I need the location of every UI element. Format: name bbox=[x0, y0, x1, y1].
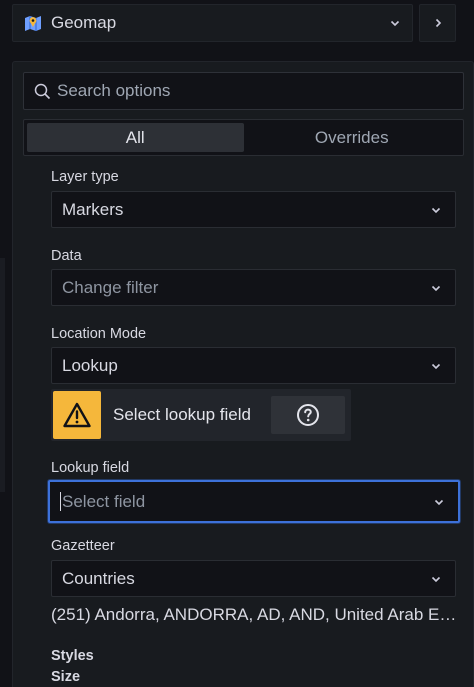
layer-type-label: Layer type bbox=[51, 169, 119, 185]
left-panel-edge bbox=[0, 258, 5, 492]
collapse-options-button[interactable] bbox=[419, 4, 456, 42]
options-tabs: All Overrides bbox=[23, 119, 464, 156]
data-label: Data bbox=[51, 248, 82, 264]
options-pane: All Overrides Layer type Markers Data Ch… bbox=[12, 61, 474, 687]
chevron-down-icon bbox=[429, 359, 443, 373]
lookup-field-placeholder: Select field bbox=[62, 491, 146, 511]
gazetteer-select[interactable]: Countries bbox=[51, 560, 456, 597]
search-box[interactable] bbox=[23, 72, 464, 110]
chevron-down-icon bbox=[429, 203, 443, 217]
data-filter-value: Change filter bbox=[62, 277, 159, 297]
data-filter-select[interactable]: Change filter bbox=[51, 269, 456, 306]
gazetteer-description: (251) Andorra, ANDORRA, AD, AND, United … bbox=[51, 605, 457, 624]
text-cursor bbox=[60, 492, 61, 511]
lookup-field-select[interactable]: Select field bbox=[48, 480, 460, 523]
location-mode-label: Location Mode bbox=[51, 326, 147, 342]
layer-type-select[interactable]: Markers bbox=[51, 191, 456, 228]
size-heading: Size bbox=[51, 669, 81, 685]
search-icon bbox=[34, 83, 51, 99]
lookup-warning-alert: Select lookup field bbox=[51, 389, 351, 441]
location-mode-value: Lookup bbox=[62, 355, 118, 375]
panel-editor-options: Geomap All Overrides Layer type Markers bbox=[0, 0, 474, 687]
layer-type-value: Markers bbox=[62, 199, 124, 219]
location-mode-select[interactable]: Lookup bbox=[51, 347, 456, 384]
visualization-title: Geomap bbox=[51, 13, 117, 32]
gazetteer-label: Gazetteer bbox=[51, 538, 115, 554]
visualization-picker[interactable]: Geomap bbox=[12, 4, 413, 42]
styles-heading: Styles bbox=[51, 648, 94, 664]
chevron-down-icon bbox=[429, 281, 443, 295]
chevron-down-icon bbox=[432, 495, 446, 509]
lookup-field-label: Lookup field bbox=[51, 460, 130, 476]
question-circle-icon bbox=[297, 404, 319, 426]
help-button[interactable] bbox=[271, 396, 345, 434]
tab-all[interactable]: All bbox=[27, 123, 244, 152]
gazetteer-value: Countries bbox=[62, 568, 135, 588]
chevron-right-icon bbox=[432, 17, 444, 29]
search-input[interactable] bbox=[57, 81, 437, 101]
alert-message: Select lookup field bbox=[113, 405, 251, 424]
chevron-down-icon bbox=[429, 572, 443, 586]
chevron-down-icon bbox=[388, 16, 402, 30]
map-icon bbox=[25, 16, 41, 31]
tab-overrides[interactable]: Overrides bbox=[244, 123, 461, 152]
warning-icon bbox=[53, 391, 101, 439]
